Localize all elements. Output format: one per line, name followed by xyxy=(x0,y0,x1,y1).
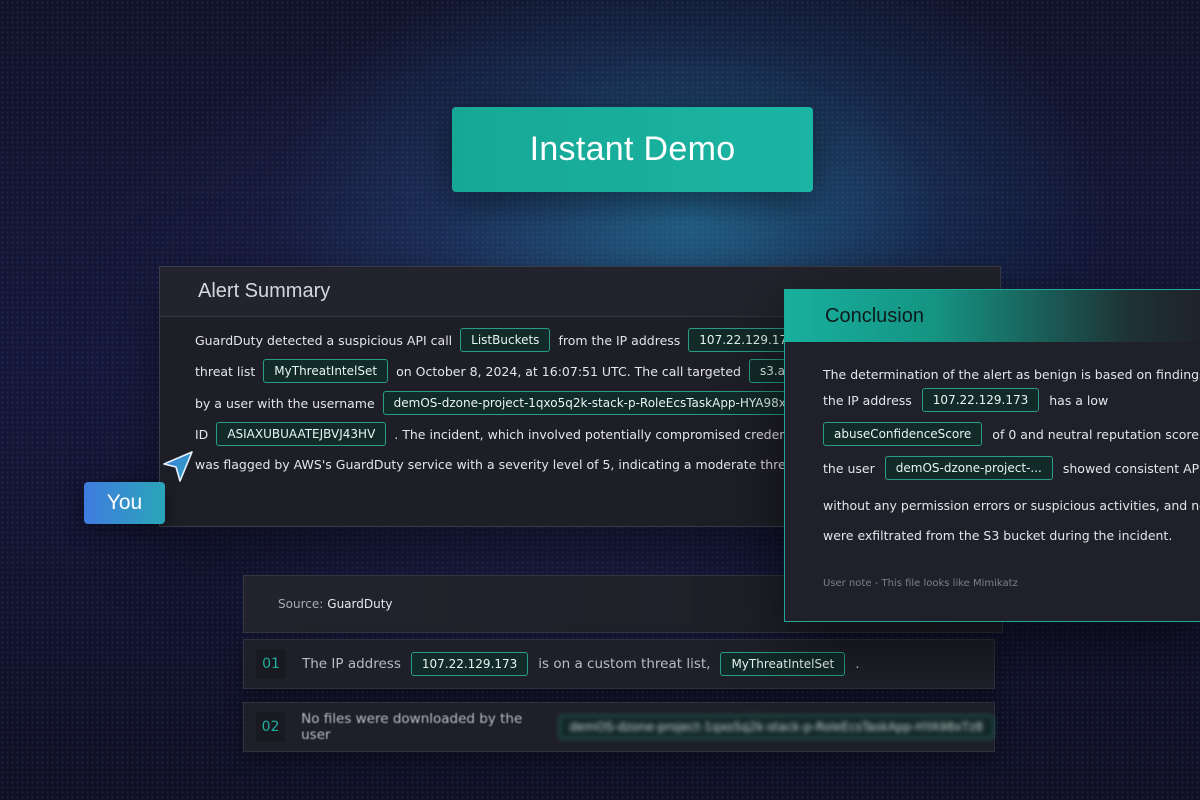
alert-text: from the IP address xyxy=(558,332,681,348)
alert-line-3: by a user with the username demOS-dzone-… xyxy=(195,391,819,415)
threat-list-chip[interactable]: MyThreatIntelSet xyxy=(720,652,846,676)
conclusion-title: Conclusion xyxy=(825,304,924,327)
alert-line-2: threat list MyThreatIntelSet on October … xyxy=(195,359,837,383)
source-value: GuardDuty xyxy=(327,597,393,611)
conclusion-line-6: were exfiltrated from the S3 bucket duri… xyxy=(823,528,1172,543)
finding-row-01[interactable]: 01 The IP address 107.22.129.173 is on a… xyxy=(243,639,995,689)
alert-text: threat list xyxy=(195,363,256,379)
conclusion-line-4: the user demOS-dzone-project-... showed … xyxy=(823,456,1199,480)
username-chip[interactable]: demOS-dzone-project-1qxo5q2k-stack-p-Rol… xyxy=(558,715,994,739)
ip-address-chip[interactable]: 107.22.129.173 xyxy=(921,388,1040,412)
conclusion-line-1: The determination of the alert as benign… xyxy=(823,367,1200,382)
finding-number: 01 xyxy=(256,649,286,679)
conclusion-text: the IP address xyxy=(823,392,912,408)
alert-line-5: was flagged by AWS's GuardDuty service w… xyxy=(195,457,802,472)
conclusion-text: without any permission errors or suspici… xyxy=(823,498,1200,513)
alert-summary-title: Alert Summary xyxy=(198,280,331,302)
conclusion-text: were exfiltrated from the S3 bucket duri… xyxy=(823,528,1173,543)
conclusion-text: the user xyxy=(823,460,875,476)
finding-text: is on a custom threat list, xyxy=(538,656,711,672)
source-label: Source: xyxy=(278,597,324,611)
alert-text: . The incident, which involved potential… xyxy=(394,426,825,442)
user-note: User note - This file looks like Mimikat… xyxy=(823,578,1018,589)
conclusion-text: of 0 and neutral reputation score xyxy=(992,426,1199,442)
alert-text: ID xyxy=(195,426,209,442)
alert-text: GuardDuty detected a suspicious API call xyxy=(195,332,453,348)
user-you-tag: You xyxy=(84,482,165,524)
alert-line-1: GuardDuty detected a suspicious API call… xyxy=(195,328,832,352)
conclusion-line-5: without any permission errors or suspici… xyxy=(823,498,1200,513)
alert-line-4: ID ASIAXUBUAATEJBVJ43HV . The incident, … xyxy=(195,422,825,446)
alert-text: on October 8, 2024, at 16:07:51 UTC. The… xyxy=(396,363,741,379)
finding-text: . xyxy=(855,656,860,672)
api-call-chip[interactable]: ListBuckets xyxy=(460,328,551,352)
conclusion-text: showed consistent AP xyxy=(1062,460,1200,476)
instant-demo-button[interactable]: Instant Demo xyxy=(452,107,813,192)
conclusion-line-3: abuseConfidenceScore of 0 and neutral re… xyxy=(823,422,1199,446)
cursor-arrow-icon xyxy=(163,451,193,482)
username-chip[interactable]: demOS-dzone-project-1qxo5q2k-stack-p-Rol… xyxy=(382,391,819,415)
threat-list-chip[interactable]: MyThreatIntelSet xyxy=(263,359,389,383)
finding-text: No files were downloaded by the user xyxy=(301,711,523,743)
conclusion-card: Conclusion The determination of the aler… xyxy=(784,289,1200,622)
finding-number: 02 xyxy=(256,712,286,742)
alert-text: by a user with the username xyxy=(195,395,375,411)
conclusion-line-2: the IP address 107.22.129.173 has a low xyxy=(823,388,1108,412)
username-chip[interactable]: demOS-dzone-project-... xyxy=(884,456,1053,480)
alert-text: was flagged by AWS's GuardDuty service w… xyxy=(195,457,803,472)
ip-address-chip[interactable]: 107.22.129.173 xyxy=(410,652,529,676)
conclusion-header: Conclusion xyxy=(785,290,1200,342)
conclusion-text: has a low xyxy=(1049,392,1109,408)
conclusion-text: The determination of the alert as benign… xyxy=(823,367,1200,382)
access-key-id-chip[interactable]: ASIAXUBUAATEJBVJ43HV xyxy=(216,422,387,446)
finding-text: The IP address xyxy=(302,656,401,672)
abuse-score-chip[interactable]: abuseConfidenceScore xyxy=(823,422,983,446)
finding-row-02[interactable]: 02 No files were downloaded by the user … xyxy=(243,702,995,752)
